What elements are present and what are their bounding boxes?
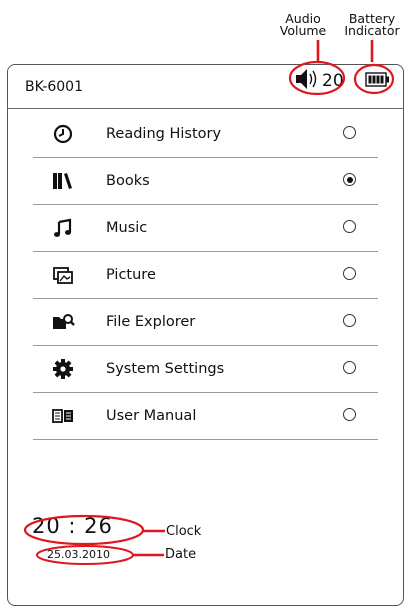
menu-item-user-manual[interactable]: User Manual — [33, 392, 378, 440]
menu-item-picture[interactable]: Picture — [33, 251, 378, 299]
radio-button[interactable] — [343, 361, 356, 374]
picture-icon — [53, 267, 73, 284]
clock-callout-label: Clock — [166, 524, 202, 539]
folder-search-icon — [53, 314, 75, 329]
menu-item-music[interactable]: Music — [33, 204, 378, 252]
radio-button[interactable] — [343, 126, 356, 139]
device-model-title: BK-6001 — [25, 79, 83, 95]
header-divider — [7, 108, 404, 109]
book-open-icon — [52, 409, 73, 423]
menu-item-label: Picture — [106, 266, 156, 283]
books-icon — [53, 173, 72, 189]
date-display: 25.03.2010 — [47, 548, 110, 561]
radio-button[interactable] — [343, 267, 356, 280]
menu-item-books[interactable]: Books — [33, 157, 378, 205]
menu-item-label: Music — [106, 219, 148, 236]
volume-level: 20 — [322, 71, 344, 91]
menu-item-label: Reading History — [106, 125, 222, 142]
menu-item-label: File Explorer — [106, 313, 196, 330]
menu-item-label: System Settings — [106, 360, 225, 377]
audio-volume-callout-label: Audio Volume — [272, 12, 334, 38]
clock-icon — [53, 124, 73, 144]
music-note-icon — [54, 218, 72, 237]
radio-button[interactable] — [343, 408, 356, 421]
audio-volume-callout-line2: Volume — [279, 23, 327, 38]
menu-item-label: Books — [106, 172, 150, 189]
clock-display: 20 : 26 — [32, 514, 113, 538]
battery-callout-line2: Indicator — [344, 23, 400, 38]
radio-button[interactable] — [343, 220, 356, 233]
battery-indicator-callout-label: Battery Indicator — [338, 12, 406, 38]
radio-button-selected[interactable] — [343, 173, 356, 186]
menu-item-file-explorer[interactable]: File Explorer — [33, 298, 378, 346]
gear-icon — [53, 359, 73, 379]
date-callout-label: Date — [165, 547, 197, 562]
menu-item-system-settings[interactable]: System Settings — [33, 345, 378, 393]
menu-item-reading-history[interactable]: Reading History — [33, 110, 378, 158]
radio-button[interactable] — [343, 314, 356, 327]
menu-item-label: User Manual — [106, 407, 197, 424]
